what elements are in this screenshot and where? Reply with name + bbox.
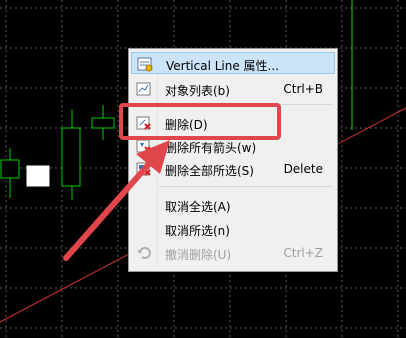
object-list-icon <box>136 82 151 96</box>
properties-icon <box>137 57 153 72</box>
menu-item-label: 取消全选(A) <box>165 200 231 214</box>
menu-item-delete[interactable]: 删除(D) <box>131 112 335 134</box>
menu-item-shortcut: Delete <box>283 162 323 176</box>
delete-selected-icon <box>136 162 151 176</box>
delete-icon <box>136 116 151 130</box>
menu-item-label: 删除(D) <box>165 118 208 132</box>
menu-item-deselect[interactable]: 取消所选(n) <box>131 218 335 240</box>
menu-item-delete-arrows[interactable]: 删除所有箭头(w) <box>131 135 335 157</box>
candle-body-3 <box>61 127 81 187</box>
menu-item-label: 取消所选(n) <box>165 224 230 238</box>
candle-body-4 <box>91 117 115 129</box>
menu-separator <box>159 104 333 105</box>
menu-item-label: 删除所有箭头(w) <box>165 141 257 155</box>
menu-item-label: 撤消删除(U) <box>165 248 232 262</box>
candle-body-1 <box>0 159 20 179</box>
menu-item-shortcut: Ctrl+Z <box>283 246 323 260</box>
candle-body-2 <box>26 165 50 187</box>
menu-item-label: 删除全部所选(S) <box>165 164 254 178</box>
menu-separator <box>159 186 333 187</box>
menu-item-undo-delete: 撤消删除(U) Ctrl+Z <box>131 242 335 264</box>
menu-item-delete-selected[interactable]: 删除全部所选(S) Delete <box>131 158 335 180</box>
menu-item-shortcut: Ctrl+B <box>283 82 323 96</box>
menu-item-label: Vertical Line 属性... <box>166 59 279 73</box>
menu-item-deselect-all[interactable]: 取消全选(A) <box>131 194 335 216</box>
candles <box>0 105 115 200</box>
menu-item-label: 对象列表(b) <box>165 84 230 98</box>
menu-item-properties[interactable]: Vertical Line 属性... <box>131 52 335 74</box>
undo-icon <box>137 246 151 259</box>
menu-item-object-list[interactable]: 对象列表(b) Ctrl+B <box>131 78 335 100</box>
context-menu: Vertical Line 属性... 对象列表(b) Ctrl+B 删除(D)… <box>128 48 338 272</box>
delete-arrows-icon <box>136 139 151 153</box>
